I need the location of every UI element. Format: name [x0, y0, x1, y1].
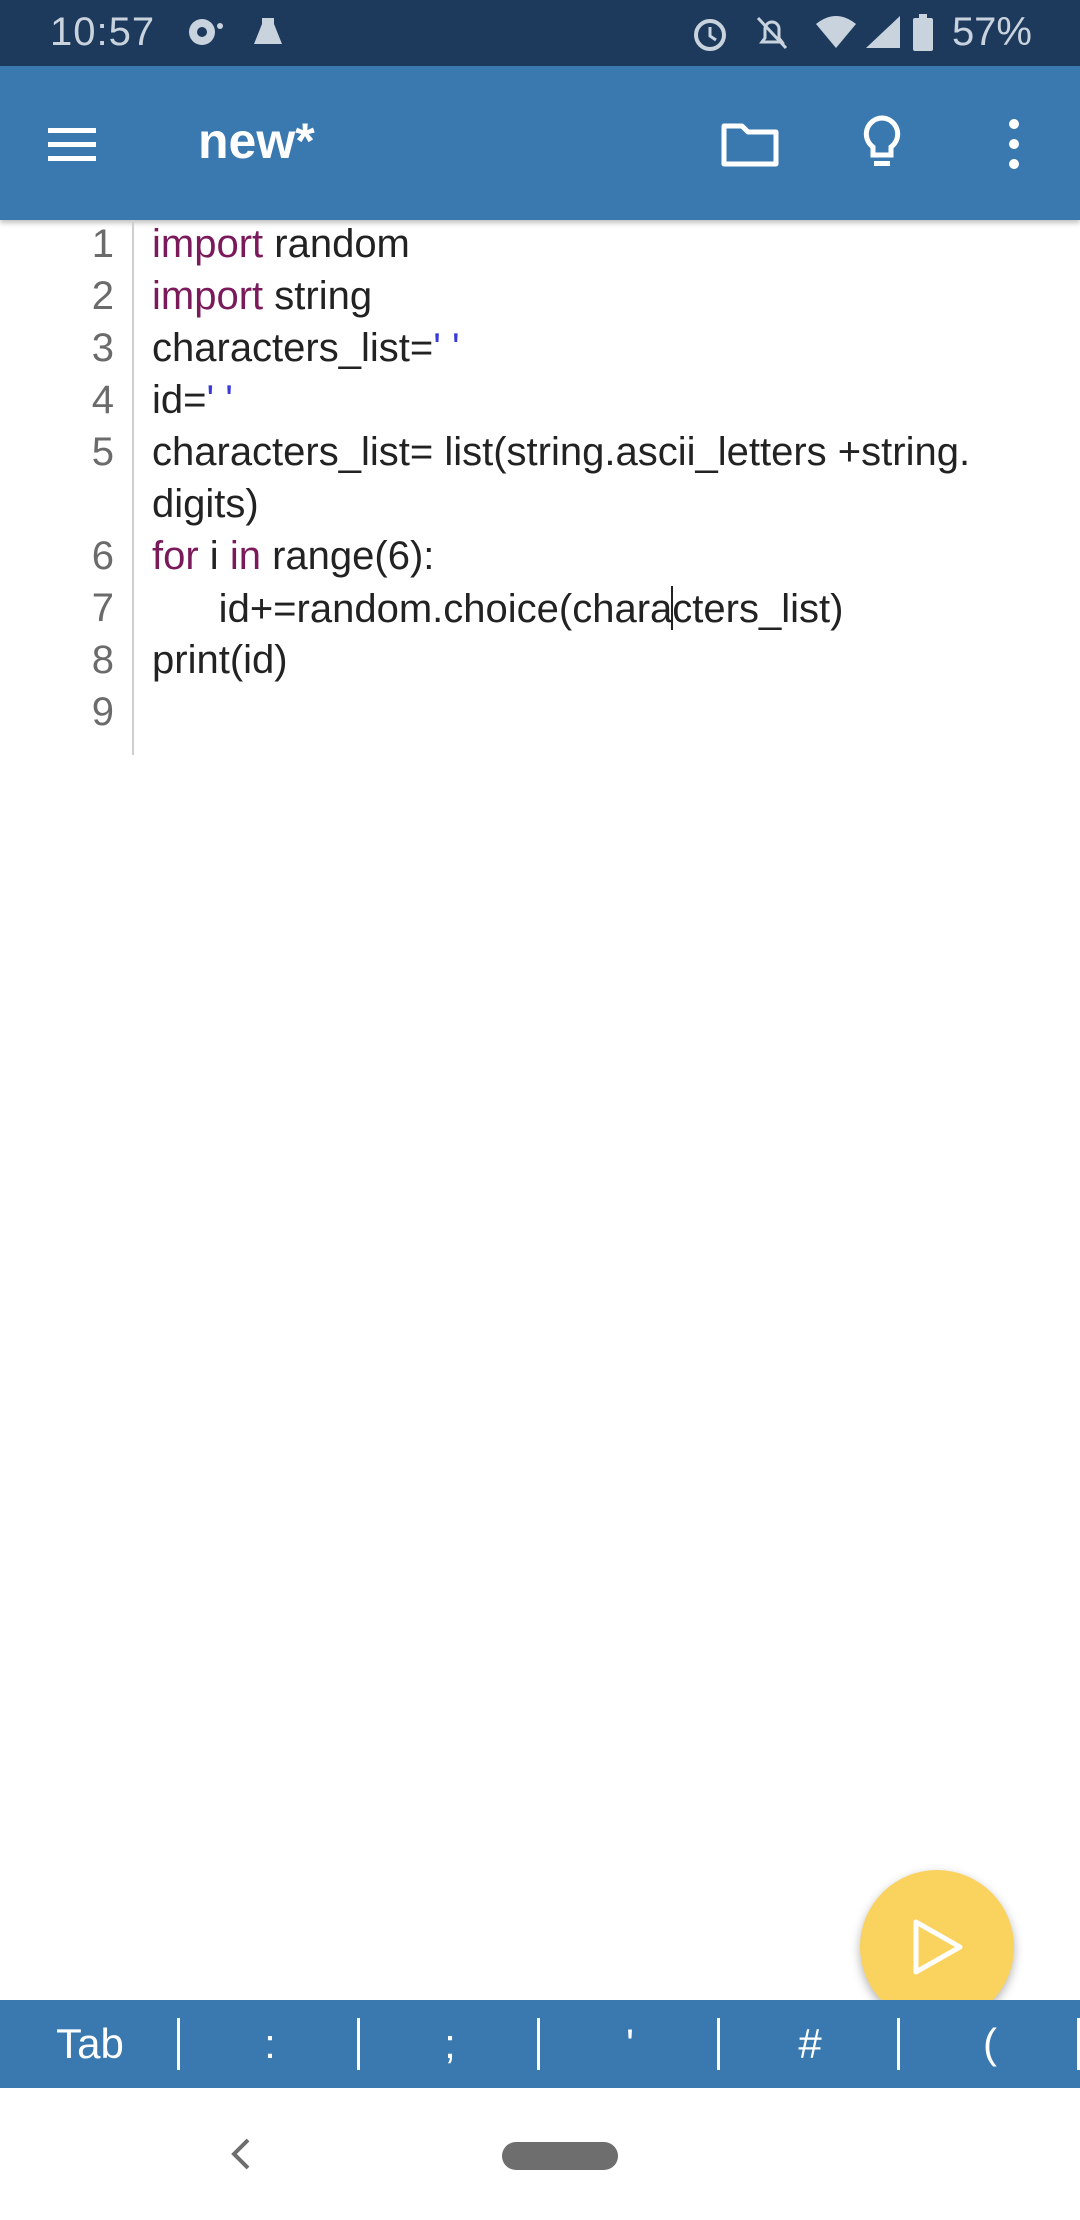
code-text: range(6): — [260, 534, 435, 578]
line-number: 1 — [91, 222, 114, 266]
line-number: 6 — [91, 534, 114, 578]
status-time: 10:57 — [50, 10, 156, 54]
code-text: random — [263, 222, 410, 266]
code-line[interactable]: import string — [152, 274, 372, 319]
status-bar: 10:57 57% — [0, 0, 1080, 66]
key-quote[interactable]: ' — [540, 2000, 720, 2088]
keyword: in — [229, 534, 261, 578]
code-text: id+=random.choice(chara — [152, 587, 673, 631]
gutter-divider — [132, 220, 134, 755]
alarm-icon — [690, 14, 730, 62]
code-line[interactable]: characters_list=' ' — [152, 326, 460, 371]
code-text: id= — [152, 378, 207, 422]
keyword: import — [152, 222, 264, 266]
code-line[interactable]: for i in range(6): — [152, 534, 434, 579]
code-text: string — [263, 274, 373, 318]
code-text: i — [198, 534, 230, 578]
string-literal: ' ' — [433, 326, 460, 370]
keyword: for — [152, 534, 199, 578]
folder-icon[interactable] — [718, 112, 782, 176]
menu-icon[interactable] — [44, 116, 100, 172]
notification-icon — [186, 14, 226, 60]
key-tab[interactable]: Tab — [0, 2000, 180, 2088]
mute-icon — [752, 14, 792, 62]
code-text: digits) — [152, 482, 259, 526]
line-number: 3 — [91, 326, 114, 370]
key-open-paren[interactable]: ( — [900, 2000, 1080, 2088]
line-number: 2 — [91, 274, 114, 318]
app-bar: new* — [0, 66, 1080, 220]
extra-keys-bar: Tab : ; ' # ( — [0, 2000, 1080, 2088]
home-pill[interactable] — [502, 2142, 618, 2170]
string-literal: ' ' — [206, 378, 233, 422]
code-line[interactable]: id=' ' — [152, 378, 233, 423]
key-colon[interactable]: : — [180, 2000, 360, 2088]
code-line[interactable]: import random — [152, 222, 410, 267]
key-hash[interactable]: # — [720, 2000, 900, 2088]
lightbulb-icon[interactable] — [850, 112, 914, 176]
code-text: characters_list= list(string.ascii_lette… — [152, 430, 971, 474]
system-nav-bar — [0, 2088, 1080, 2220]
line-number: 7 — [91, 586, 114, 630]
play-icon — [913, 1919, 963, 1975]
signal-icon — [864, 14, 904, 60]
app-icon — [248, 14, 288, 60]
line-number: 8 — [91, 638, 114, 682]
line-number: 9 — [91, 690, 114, 734]
code-text: cters_list) — [672, 587, 844, 631]
line-number: 4 — [91, 378, 114, 422]
line-number: 5 — [91, 430, 114, 474]
code-line[interactable]: characters_list= list(string.ascii_lette… — [152, 430, 970, 475]
wifi-icon — [814, 14, 858, 60]
back-icon[interactable] — [222, 2134, 258, 2179]
more-vert-icon[interactable] — [982, 112, 1046, 176]
key-semicolon[interactable]: ; — [360, 2000, 540, 2088]
code-line[interactable]: print(id) — [152, 638, 288, 683]
code-editor[interactable]: 1 2 3 4 5 6 7 8 9 import random import s… — [0, 220, 1080, 2000]
code-text: print(id) — [152, 638, 288, 682]
battery-icon — [912, 14, 934, 62]
battery-percent: 57% — [951, 10, 1032, 54]
code-line[interactable]: id+=random.choice(characters_list) — [152, 586, 843, 632]
file-title: new* — [198, 113, 315, 169]
code-text: characters_list= — [152, 326, 434, 370]
code-line-wrap[interactable]: digits) — [152, 482, 259, 527]
keyword: import — [152, 274, 264, 318]
